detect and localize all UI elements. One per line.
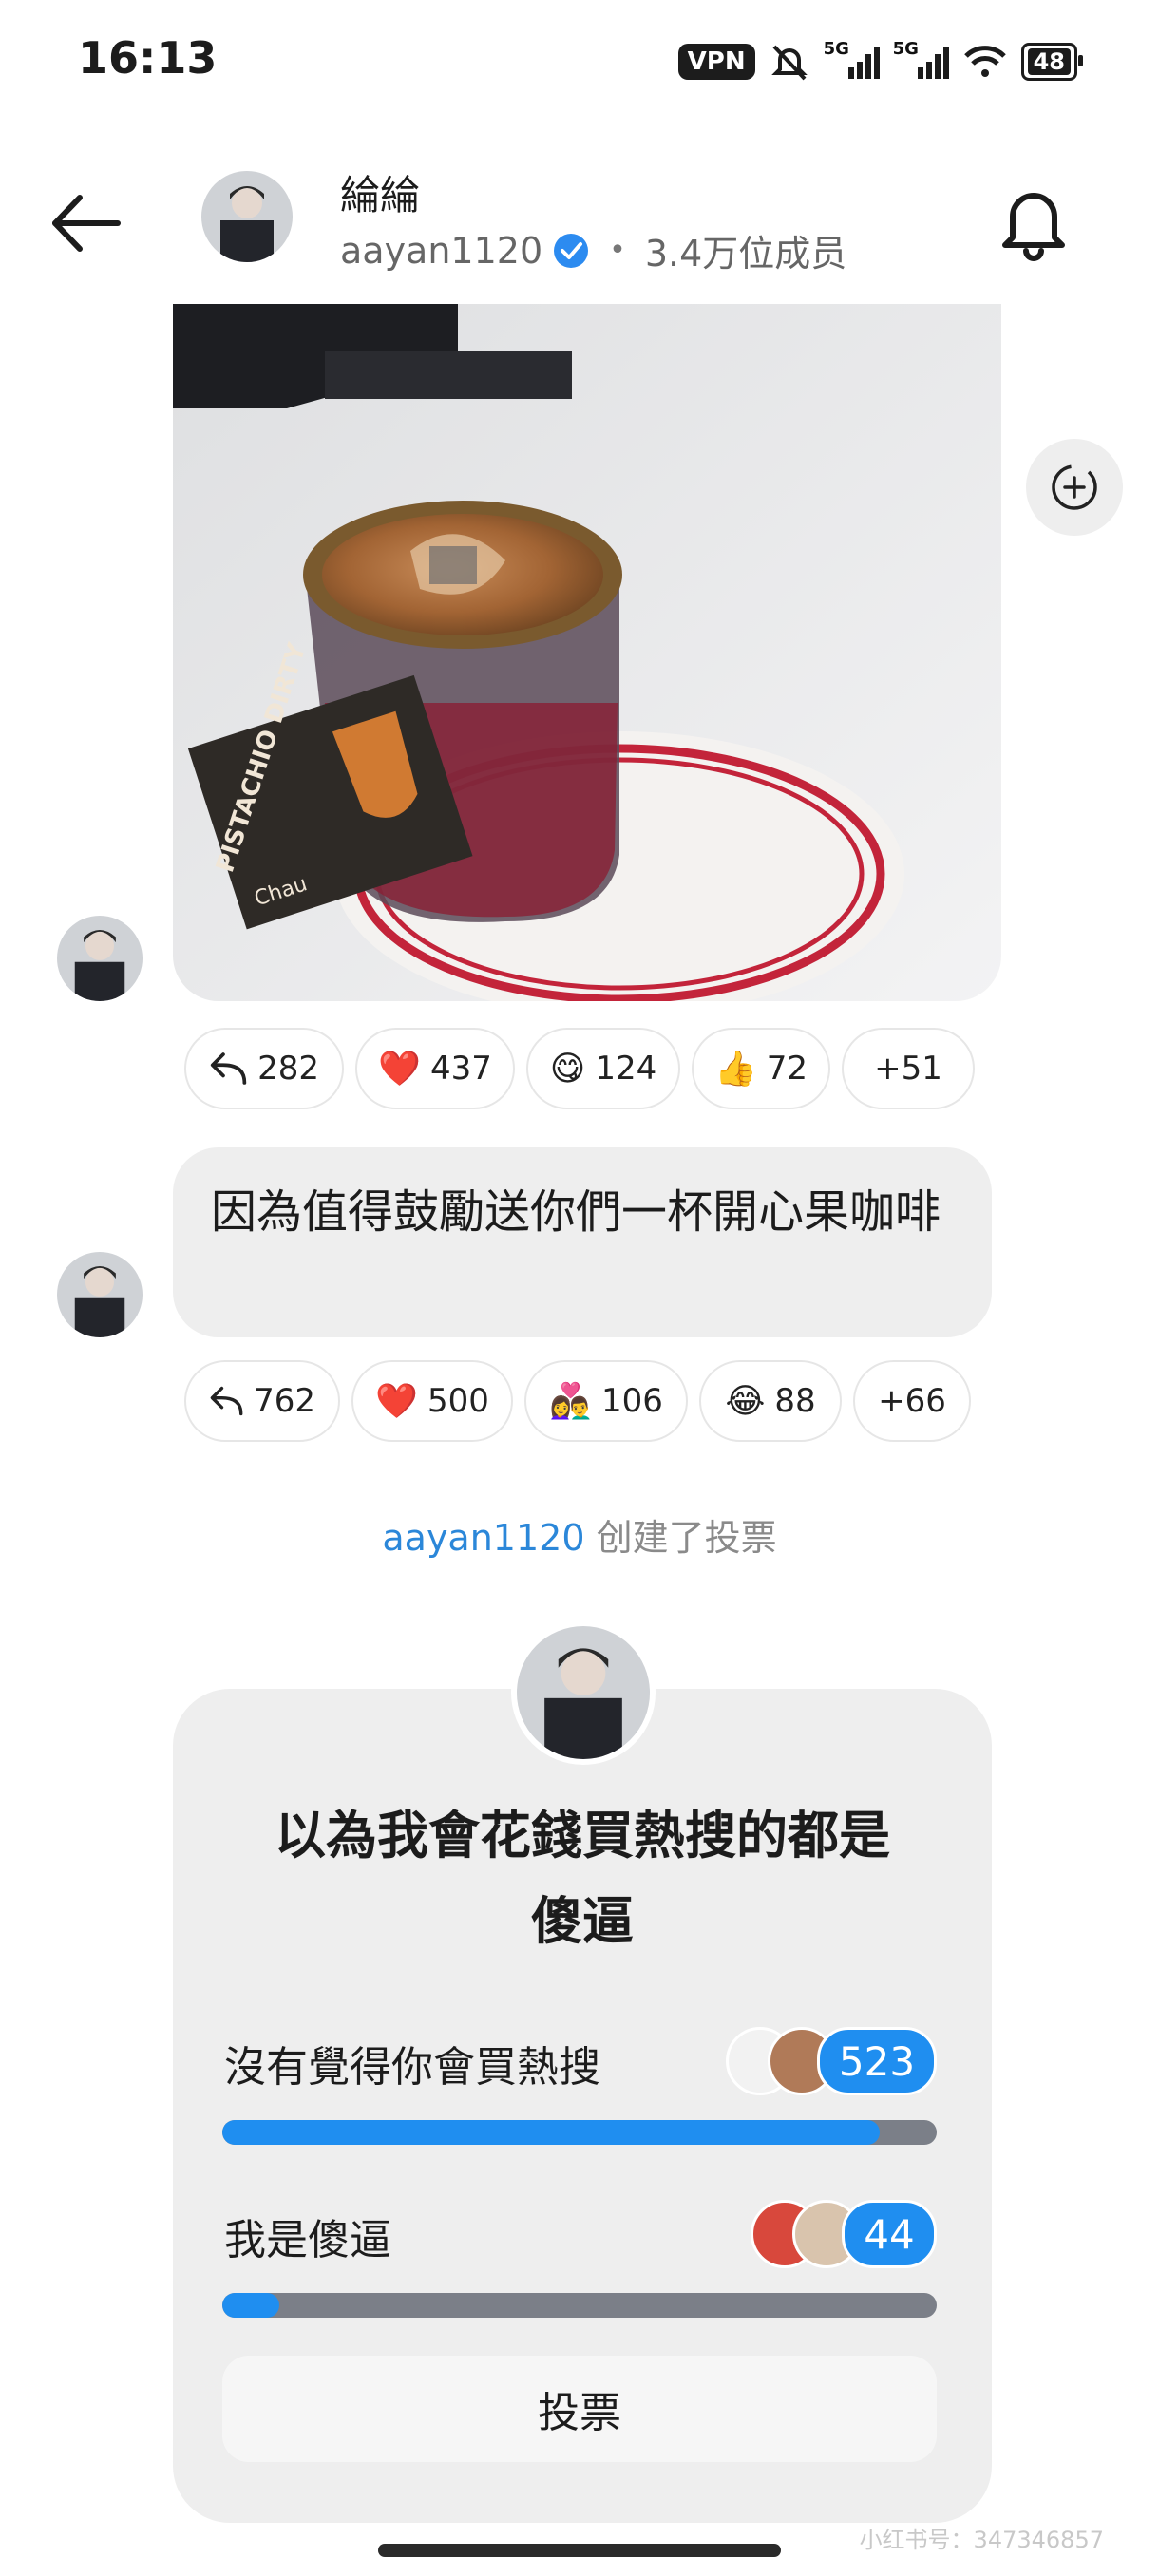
heart-reaction[interactable]: ❤️ 437 [355, 1028, 515, 1109]
signal-icon: 5G [824, 39, 880, 79]
sender-avatar[interactable] [57, 916, 142, 1001]
status-time: 16:13 [78, 32, 218, 84]
vote-button[interactable]: 投票 [222, 2356, 937, 2462]
thumbs-up-icon: 👍 [713, 1050, 757, 1089]
reaction-count: 124 [595, 1050, 657, 1088]
group-name: 綸綸 [340, 172, 421, 218]
status-icons: VPN 5G 5G 48 [677, 36, 1084, 87]
chat-header: 綸綸 aayan1120 • 3.4万位成员 [0, 152, 1159, 285]
reaction-count: 88 [774, 1382, 816, 1420]
notice-action: 创建了投票 [584, 1517, 777, 1559]
reply-icon [210, 1386, 243, 1416]
reaction-row-1: 282 ❤️ 437 😋 124 👍 72 +51 [184, 1028, 975, 1109]
poll-question-line2: 傻逼 [531, 1891, 634, 1951]
reply-count-button[interactable]: 282 [184, 1028, 344, 1109]
add-reaction-button[interactable] [1026, 439, 1123, 536]
reaction-count: 106 [600, 1382, 663, 1420]
notice-username[interactable]: aayan1120 [382, 1517, 584, 1559]
notification-bell-icon[interactable] [996, 180, 1072, 262]
option-2-progress-fill [222, 2293, 280, 2318]
laugh-reaction[interactable]: 😂 88 [699, 1360, 842, 1442]
member-count: 3.4万位成员 [644, 233, 847, 275]
mute-bell-icon [770, 45, 808, 81]
poll-option-1-label[interactable]: 沒有覺得你會買熱搜 [224, 2033, 600, 2093]
group-avatar[interactable] [201, 171, 293, 262]
poll-question-line1: 以為我會花錢買熱搜的都是 [275, 1806, 890, 1866]
verified-badge-icon [554, 233, 589, 268]
option-2-progress-bar [222, 2293, 937, 2318]
home-indicator[interactable] [378, 2544, 781, 2557]
option-2-vote-count: 44 [842, 2200, 937, 2268]
option-1-progress-bar [222, 2120, 937, 2145]
sender-avatar[interactable] [57, 1252, 142, 1337]
more-reactions-button[interactable]: +66 [853, 1360, 971, 1442]
option-1-vote-count: 523 [817, 2027, 937, 2095]
poll-creator-avatar[interactable] [511, 1620, 656, 1765]
laugh-emoji-icon: 😂 [725, 1381, 766, 1421]
owner-username[interactable]: aayan1120 [340, 230, 542, 272]
more-reactions-count: +51 [874, 1050, 942, 1088]
voter-avatars-2 [750, 2200, 861, 2268]
voter-avatars-1 [726, 2027, 836, 2095]
more-reactions-button[interactable]: +51 [842, 1028, 975, 1109]
signal-icon-2: 5G [893, 39, 949, 79]
poll-question: 以為我會花錢買熱搜的都是 傻逼 [209, 1793, 956, 1964]
watermark: 小红书号：347346857 [859, 2527, 1104, 2553]
reaction-count: 282 [257, 1050, 319, 1088]
coffee-photo: Chau PISTACHIO DIRTY [173, 304, 1001, 1001]
option-1-progress-fill [222, 2120, 880, 2145]
more-reactions-count: +66 [878, 1382, 946, 1420]
message-text: 因為值得鼓勵送你們一杯開心果咖啡 [211, 1185, 941, 1239]
couple-emoji-icon: 👩‍❤️‍👨 [549, 1382, 592, 1421]
battery-icon: 48 [1020, 43, 1084, 81]
reaction-row-2: 762 ❤️ 500 👩‍❤️‍👨 106 😂 88 +66 [184, 1360, 971, 1442]
poll-option-2-label[interactable]: 我是傻逼 [224, 2206, 391, 2266]
couple-reaction[interactable]: 👩‍❤️‍👨 106 [524, 1360, 688, 1442]
text-message-bubble[interactable]: 因為值得鼓勵送你們一杯開心果咖啡 [173, 1147, 992, 1337]
reply-icon [210, 1052, 247, 1085]
wifi-icon [963, 46, 1006, 77]
heart-icon: ❤️ [375, 1382, 418, 1421]
heart-reaction[interactable]: ❤️ 500 [352, 1360, 513, 1442]
poll-created-notice: aayan1120 创建了投票 [0, 1508, 1159, 1561]
coffee-image-message[interactable]: Chau PISTACHIO DIRTY [173, 304, 1001, 1001]
reply-count-button[interactable]: 762 [184, 1360, 340, 1442]
vpn-icon: VPN [677, 44, 755, 80]
status-bar: 16:13 VPN 5G 5G 48 [0, 0, 1159, 123]
reaction-count: 762 [254, 1382, 315, 1420]
header-subtitle: aayan1120 • 3.4万位成员 [340, 224, 846, 276]
reaction-count: 500 [427, 1382, 489, 1420]
yum-emoji-icon: 😋 [549, 1049, 586, 1089]
heart-icon: ❤️ [378, 1050, 421, 1089]
reaction-count: 72 [766, 1050, 808, 1088]
separator-dot: • [609, 234, 626, 267]
add-circle-icon [1052, 464, 1097, 510]
yum-reaction[interactable]: 😋 124 [526, 1028, 680, 1109]
thumbs-up-reaction[interactable]: 👍 72 [692, 1028, 830, 1109]
back-arrow-icon[interactable] [48, 190, 124, 256]
reaction-count: 437 [429, 1050, 492, 1088]
